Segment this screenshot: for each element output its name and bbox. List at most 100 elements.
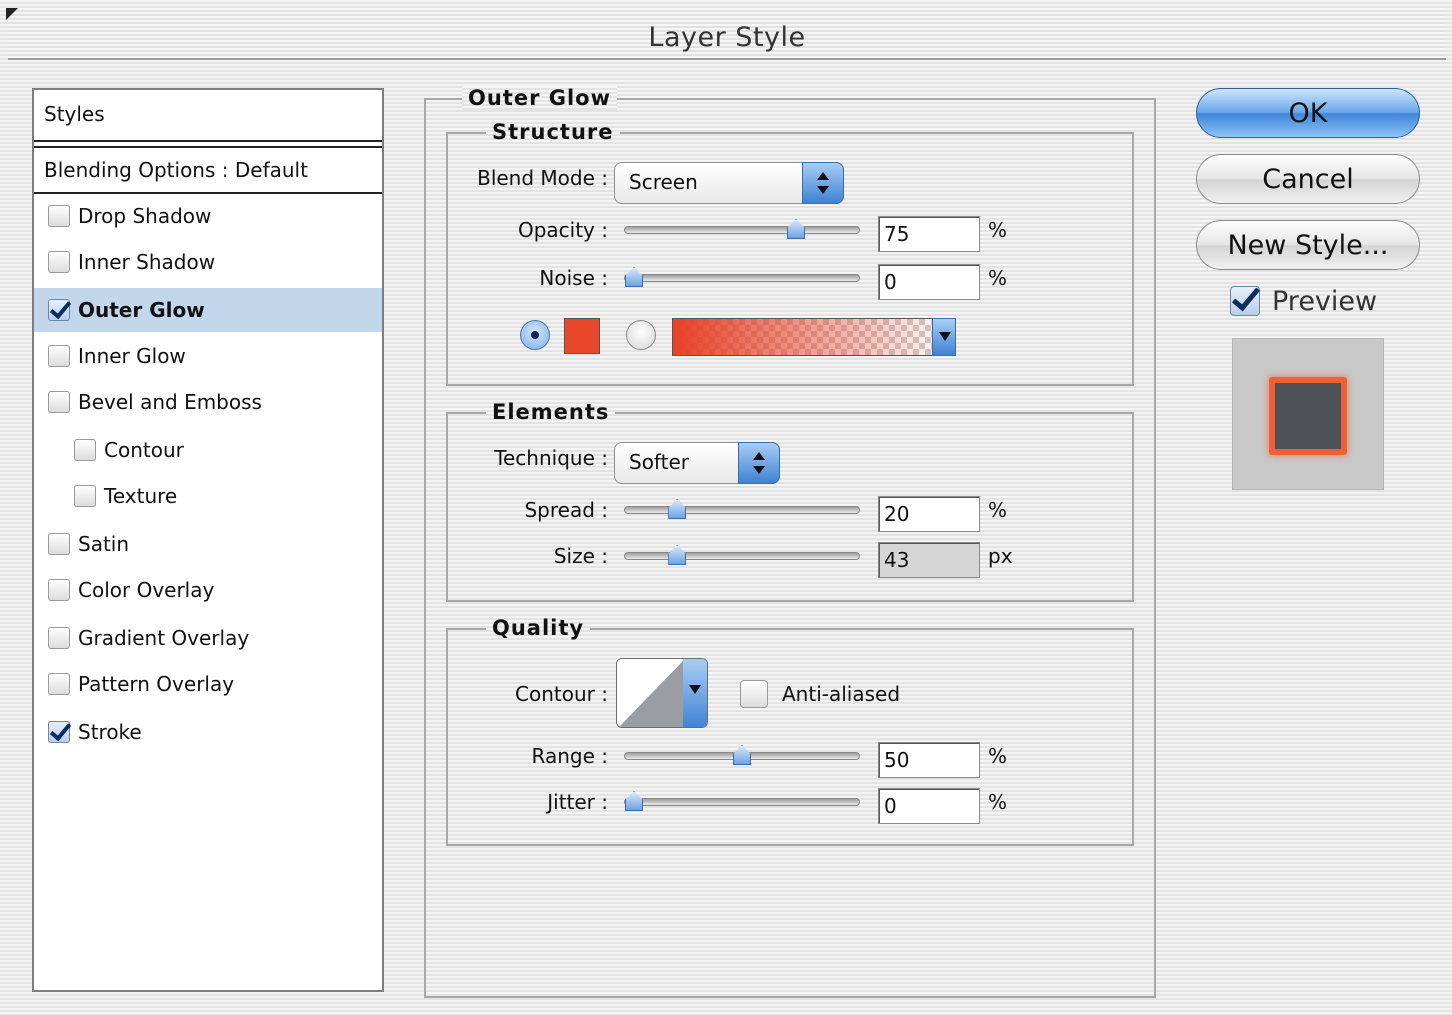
glow-gradient-picker[interactable] bbox=[672, 318, 956, 356]
pattern-overlay-checkbox[interactable] bbox=[48, 673, 70, 695]
range-input[interactable]: 50 bbox=[878, 742, 980, 778]
style-item-bevel-emboss[interactable]: Bevel and Emboss bbox=[34, 380, 382, 424]
styles-header[interactable]: Styles bbox=[34, 90, 382, 142]
contour-label: Contour : bbox=[515, 682, 608, 706]
jitter-unit: % bbox=[988, 790, 1008, 814]
inner-shadow-checkbox[interactable] bbox=[48, 251, 70, 273]
structure-group: Structure Blend Mode : Screen Opacity : … bbox=[446, 120, 1134, 386]
noise-input[interactable]: 0 bbox=[878, 264, 980, 300]
gradient-radio[interactable] bbox=[626, 320, 656, 350]
styles-list-panel: Styles Blending Options : Default Drop S… bbox=[32, 88, 384, 992]
style-item-texture[interactable]: Texture bbox=[34, 474, 382, 518]
size-unit: px bbox=[988, 544, 1013, 568]
style-item-inner-glow[interactable]: Inner Glow bbox=[34, 334, 382, 378]
style-item-satin[interactable]: Satin bbox=[34, 522, 382, 566]
preview-checkbox[interactable] bbox=[1230, 286, 1260, 316]
drop-shadow-checkbox[interactable] bbox=[48, 205, 70, 227]
style-item-color-overlay[interactable]: Color Overlay bbox=[34, 568, 382, 612]
elements-title: Elements bbox=[486, 400, 616, 424]
style-item-label: Pattern Overlay bbox=[78, 672, 235, 696]
popup-arrows-icon bbox=[802, 162, 844, 204]
structure-title: Structure bbox=[486, 120, 620, 144]
opacity-unit: % bbox=[988, 218, 1008, 242]
color-overlay-checkbox[interactable] bbox=[48, 579, 70, 601]
blending-options-item[interactable]: Blending Options : Default bbox=[34, 146, 382, 194]
bevel-emboss-checkbox[interactable] bbox=[48, 391, 70, 413]
style-item-gradient-overlay[interactable]: Gradient Overlay bbox=[34, 616, 382, 660]
jitter-label: Jitter : bbox=[547, 790, 608, 814]
jitter-slider-thumb[interactable] bbox=[625, 791, 643, 811]
style-item-label: Outer Glow bbox=[78, 298, 205, 322]
popup-arrows-icon bbox=[738, 442, 780, 484]
style-item-label: Inner Shadow bbox=[78, 250, 216, 274]
gradient-dropdown-icon[interactable] bbox=[932, 318, 956, 356]
jitter-slider[interactable] bbox=[624, 791, 860, 811]
ok-button[interactable]: OK bbox=[1196, 88, 1420, 138]
spread-unit: % bbox=[988, 498, 1008, 522]
range-unit: % bbox=[988, 744, 1008, 768]
layer-style-dialog: Layer Style Styles Blending Options : De… bbox=[0, 0, 1452, 1015]
noise-slider[interactable] bbox=[624, 267, 860, 287]
outer-glow-checkbox[interactable] bbox=[48, 299, 70, 321]
satin-checkbox[interactable] bbox=[48, 533, 70, 555]
texture-checkbox[interactable] bbox=[74, 485, 96, 507]
cancel-button[interactable]: Cancel bbox=[1196, 154, 1420, 204]
spread-slider[interactable] bbox=[624, 499, 860, 519]
style-item-pattern-overlay[interactable]: Pattern Overlay bbox=[34, 662, 382, 706]
style-item-label: Contour bbox=[104, 438, 184, 462]
opacity-slider-thumb[interactable] bbox=[787, 219, 805, 239]
technique-value: Softer bbox=[629, 450, 689, 474]
style-item-label: Texture bbox=[104, 484, 178, 508]
range-slider-thumb[interactable] bbox=[733, 745, 751, 765]
style-item-contour[interactable]: Contour bbox=[34, 428, 382, 472]
preview-label: Preview bbox=[1272, 286, 1378, 317]
opacity-slider[interactable] bbox=[624, 219, 860, 239]
range-label: Range : bbox=[531, 744, 608, 768]
size-slider[interactable] bbox=[624, 545, 860, 565]
spread-input[interactable]: 20 bbox=[878, 496, 980, 532]
spread-slider-thumb[interactable] bbox=[668, 499, 687, 519]
style-item-label: Color Overlay bbox=[78, 578, 215, 602]
style-item-inner-shadow[interactable]: Inner Shadow bbox=[34, 240, 382, 284]
style-item-drop-shadow[interactable]: Drop Shadow bbox=[34, 194, 382, 238]
noise-label: Noise : bbox=[539, 266, 608, 290]
blend-mode-value: Screen bbox=[629, 170, 698, 194]
range-slider[interactable] bbox=[624, 745, 860, 765]
gradient-overlay-checkbox[interactable] bbox=[48, 627, 70, 649]
anti-aliased-label: Anti-aliased bbox=[782, 682, 901, 706]
jitter-input[interactable]: 0 bbox=[878, 788, 980, 824]
inner-glow-checkbox[interactable] bbox=[48, 345, 70, 367]
solid-color-radio[interactable] bbox=[520, 320, 550, 350]
noise-slider-thumb[interactable] bbox=[625, 267, 643, 287]
size-input[interactable]: 43 bbox=[878, 542, 980, 578]
title-bar[interactable]: Layer Style bbox=[8, 8, 1446, 60]
style-item-stroke[interactable]: Stroke bbox=[34, 710, 382, 754]
contour-curve-icon bbox=[617, 659, 685, 727]
size-label: Size : bbox=[553, 544, 608, 568]
style-item-label: Bevel and Emboss bbox=[78, 390, 262, 414]
blend-mode-label: Blend Mode : bbox=[477, 166, 608, 190]
contour-picker[interactable] bbox=[616, 658, 708, 728]
noise-unit: % bbox=[988, 266, 1008, 290]
style-item-label: Drop Shadow bbox=[78, 204, 212, 228]
quality-group: Quality Contour : Anti-aliased Range : 5… bbox=[446, 616, 1134, 846]
opacity-input[interactable]: 75 bbox=[878, 216, 980, 252]
window-title: Layer Style bbox=[648, 22, 806, 53]
technique-popup[interactable]: Softer bbox=[614, 442, 780, 484]
stroke-checkbox[interactable] bbox=[48, 721, 70, 743]
contour-checkbox[interactable] bbox=[74, 439, 96, 461]
glow-color-swatch[interactable] bbox=[564, 318, 600, 354]
contour-dropdown-icon[interactable] bbox=[683, 659, 707, 727]
blend-mode-popup[interactable]: Screen bbox=[614, 162, 844, 204]
outer-glow-group: Outer Glow Structure Blend Mode : Screen… bbox=[424, 86, 1156, 998]
technique-label: Technique : bbox=[494, 446, 608, 470]
spread-label: Spread : bbox=[524, 498, 608, 522]
outer-glow-title: Outer Glow bbox=[462, 86, 618, 110]
anti-aliased-checkbox[interactable] bbox=[740, 680, 768, 708]
size-slider-thumb[interactable] bbox=[668, 545, 687, 565]
style-item-label: Stroke bbox=[78, 720, 142, 744]
new-style-button[interactable]: New Style... bbox=[1196, 220, 1420, 270]
style-item-outer-glow[interactable]: Outer Glow bbox=[34, 288, 382, 332]
style-item-label: Satin bbox=[78, 532, 130, 556]
quality-title: Quality bbox=[486, 616, 591, 640]
